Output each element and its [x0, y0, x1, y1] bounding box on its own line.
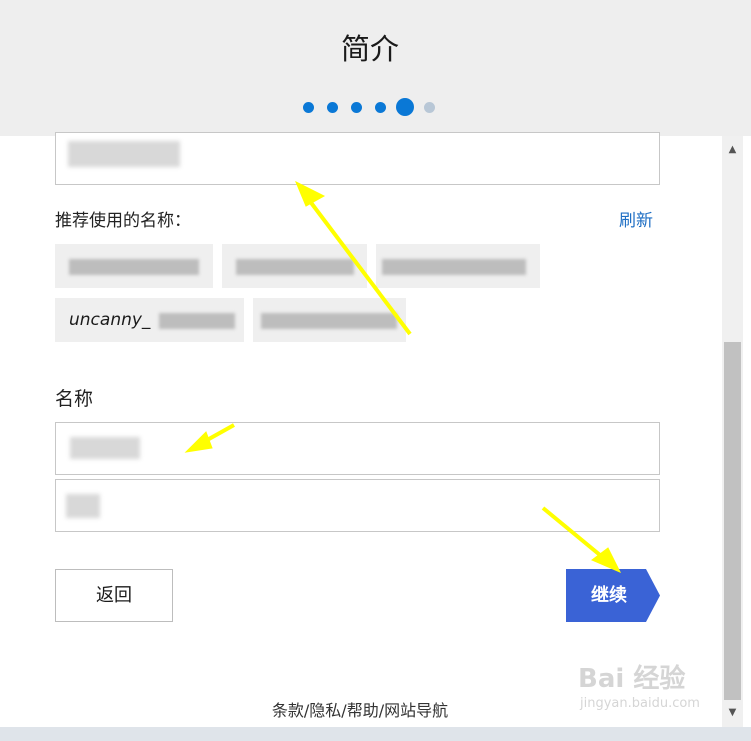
- redacted-value: [69, 259, 199, 275]
- suggested-name-chip[interactable]: [55, 244, 213, 288]
- suggested-name-chip[interactable]: uncanny_: [55, 298, 244, 342]
- back-button[interactable]: 返回: [55, 569, 173, 622]
- suggested-name-text: uncanny_: [69, 310, 151, 330]
- step-dot-3: [351, 102, 362, 113]
- redacted-value: [66, 494, 100, 518]
- continue-button[interactable]: 继续: [566, 569, 660, 622]
- vertical-scrollbar[interactable]: ▲ ▼: [722, 136, 743, 727]
- first-name-input[interactable]: [55, 422, 660, 475]
- footer-link-privacy[interactable]: 隐私: [309, 701, 341, 720]
- redacted-value: [382, 259, 526, 275]
- continue-label: 继续: [591, 585, 627, 606]
- footer-link-help[interactable]: 帮助: [347, 701, 379, 720]
- refresh-link[interactable]: 刷新: [619, 206, 653, 231]
- scrollbar-thumb[interactable]: [724, 342, 741, 700]
- redacted-value: [159, 313, 235, 329]
- suggested-name-chip[interactable]: [222, 244, 367, 288]
- baidu-jingyan-watermark: Bai 经验 jingyan.baidu.com: [578, 658, 728, 718]
- scroll-up-arrow-icon[interactable]: ▲: [722, 140, 743, 160]
- wizard-header: 简介: [0, 0, 751, 136]
- name-label: 名称: [55, 388, 94, 410]
- suggested-name-chip[interactable]: [253, 298, 406, 342]
- suggested-names-label: 推荐使用的名称：: [55, 211, 191, 231]
- main-content: 推荐使用的名称： 刷新 uncanny_ 名称 返回 继续: [0, 132, 720, 726]
- watermark-brand: Bai 经验: [578, 664, 686, 694]
- redacted-value: [70, 437, 140, 459]
- last-name-input[interactable]: [55, 479, 660, 532]
- username-input[interactable]: [55, 132, 660, 185]
- step-dot-4: [375, 102, 386, 113]
- footer-link-terms[interactable]: 条款: [272, 701, 304, 720]
- page-title: 简介: [340, 32, 399, 66]
- window-bottom-edge: [0, 727, 751, 741]
- step-dot-2: [327, 102, 338, 113]
- step-dot-1: [303, 102, 314, 113]
- step-dot-6: [424, 102, 435, 113]
- redacted-value: [68, 141, 180, 167]
- step-dot-5-current: [396, 98, 414, 116]
- watermark-domain: jingyan.baidu.com: [580, 696, 700, 711]
- footer-link-sitemap[interactable]: 网站导航: [384, 701, 448, 720]
- redacted-value: [236, 259, 354, 275]
- redacted-value: [261, 313, 397, 329]
- suggested-name-chip[interactable]: [376, 244, 540, 288]
